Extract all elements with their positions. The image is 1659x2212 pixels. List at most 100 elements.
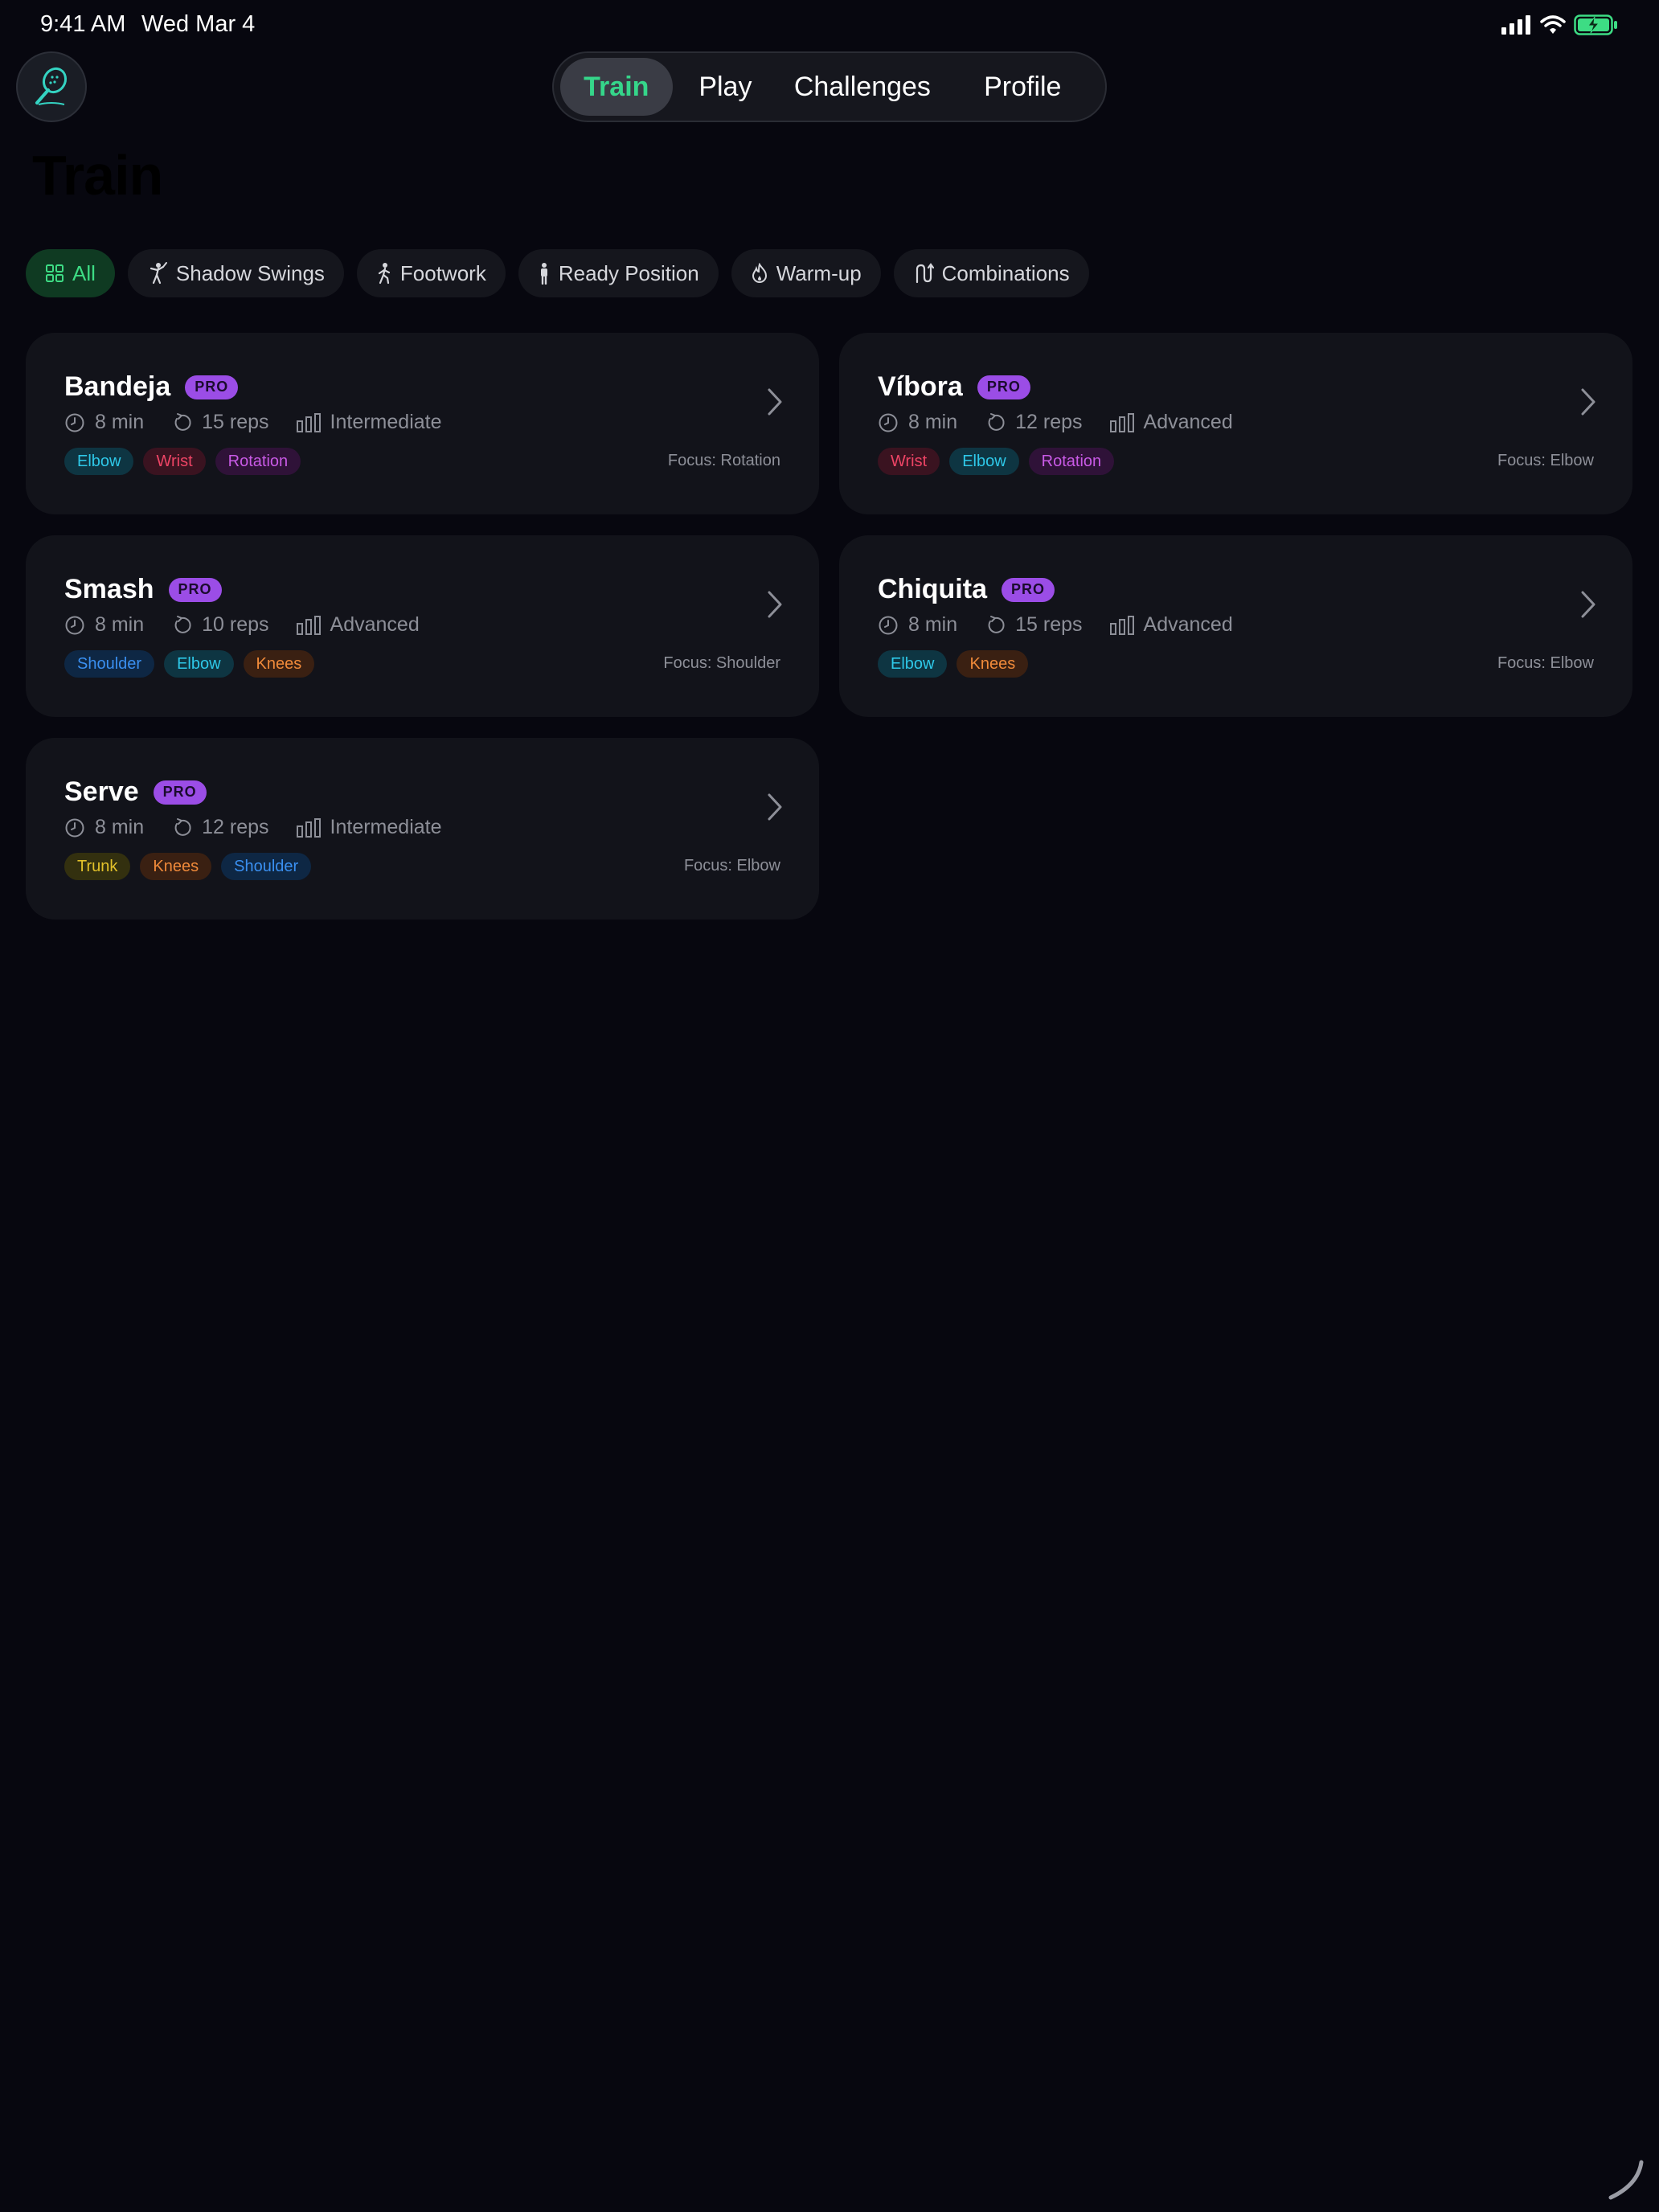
body-tags: Wrist Elbow Rotation xyxy=(878,448,1115,475)
clock-icon xyxy=(65,616,84,634)
page-title: Train xyxy=(32,144,163,207)
tag-elbow: Elbow xyxy=(949,448,1019,475)
tag-rotation: Rotation xyxy=(215,448,301,475)
tag-wrist: Wrist xyxy=(878,448,940,475)
filter-ready-position-label: Ready Position xyxy=(558,260,699,285)
drill-reps: 12 reps xyxy=(202,816,269,838)
pro-badge: PRO xyxy=(168,577,222,602)
drill-card-chiquita[interactable]: Chiquita PRO 8 min 15 reps Advanced Elbo… xyxy=(839,535,1632,717)
tag-knees: Knees xyxy=(956,650,1029,678)
drill-duration: 8 min xyxy=(95,411,145,433)
chevron-right-icon xyxy=(768,591,782,618)
tab-profile[interactable]: Profile xyxy=(947,58,1099,116)
body-tags: Elbow Knees xyxy=(878,650,1029,678)
tab-play[interactable]: Play xyxy=(673,58,779,116)
tag-knees: Knees xyxy=(140,853,212,880)
drill-duration: 8 min xyxy=(95,816,145,838)
tab-challenges[interactable]: Challenges xyxy=(778,58,946,116)
drill-meta: 8 min 15 reps Advanced xyxy=(878,613,1233,637)
filter-warm-up-label: Warm-up xyxy=(776,260,862,285)
drill-duration: 8 min xyxy=(95,613,145,636)
tag-elbow: Elbow xyxy=(64,448,134,475)
filter-warm-up[interactable]: Warm-up xyxy=(731,249,881,297)
body-tags: Shoulder Elbow Knees xyxy=(64,650,315,678)
tag-shoulder: Shoulder xyxy=(221,853,312,880)
battery-charging-icon xyxy=(1574,14,1617,35)
filter-shadow-swings-label: Shadow Swings xyxy=(175,260,325,285)
tag-elbow: Elbow xyxy=(878,650,948,678)
drill-focus: Focus: Rotation xyxy=(667,452,780,469)
drill-focus: Focus: Elbow xyxy=(1497,452,1594,469)
padel-racket-logo-icon xyxy=(35,67,68,105)
corner-resize-indicator-icon xyxy=(1608,2160,1644,2200)
difficulty-bars-icon xyxy=(1109,412,1134,432)
drill-card-serve[interactable]: Serve PRO 8 min 12 reps Intermediate Tru… xyxy=(26,738,819,920)
grid-icon xyxy=(46,264,63,282)
app-logo-button[interactable] xyxy=(16,51,87,122)
pro-badge: PRO xyxy=(185,375,239,399)
drill-level: Intermediate xyxy=(330,816,442,838)
swing-figure-icon xyxy=(150,262,167,285)
drill-card-vibora[interactable]: Víbora PRO 8 min 12 reps Advanced Wrist … xyxy=(839,333,1632,514)
drill-focus: Focus: Elbow xyxy=(683,857,780,875)
difficulty-bars-icon xyxy=(1109,615,1134,635)
standing-figure-icon xyxy=(540,263,547,285)
drill-focus: Focus: Shoulder xyxy=(663,654,780,672)
repeat-icon xyxy=(988,412,1005,431)
drill-reps: 15 reps xyxy=(1015,613,1083,636)
difficulty-bars-icon xyxy=(296,817,321,838)
body-tags: Trunk Knees Shoulder xyxy=(64,853,312,880)
clock-icon xyxy=(879,413,898,432)
tag-wrist: Wrist xyxy=(143,448,206,475)
filter-combinations-label: Combinations xyxy=(941,260,1070,285)
drill-card-smash[interactable]: Smash PRO 8 min 10 reps Advanced Shoulde… xyxy=(26,535,819,717)
filter-footwork-label: Footwork xyxy=(399,260,486,285)
clock-icon xyxy=(879,616,898,634)
difficulty-bars-icon xyxy=(296,412,321,432)
wifi-icon xyxy=(1540,15,1566,34)
pro-badge: PRO xyxy=(977,375,1030,399)
drill-reps: 15 reps xyxy=(202,411,269,433)
flame-icon xyxy=(752,263,767,283)
chevron-right-icon xyxy=(768,388,782,416)
drill-card-bandeja[interactable]: Bandeja PRO 8 min 15 reps Intermediate E… xyxy=(26,333,819,514)
tab-train[interactable]: Train xyxy=(560,58,673,116)
drill-focus: Focus: Elbow xyxy=(1497,654,1594,672)
drill-title: Bandeja xyxy=(64,371,171,402)
drill-meta: 8 min 15 reps Intermediate xyxy=(64,411,442,434)
route-icon xyxy=(916,263,934,284)
filter-all[interactable]: All xyxy=(26,249,115,297)
status-time: 9:41 AM xyxy=(40,11,126,37)
repeat-icon xyxy=(174,412,191,431)
pro-badge: PRO xyxy=(1001,577,1055,602)
drill-title: Smash xyxy=(64,574,154,604)
chevron-right-icon xyxy=(1581,591,1596,618)
clock-icon xyxy=(65,818,84,837)
walking-figure-icon xyxy=(378,263,391,285)
tag-trunk: Trunk xyxy=(64,853,131,880)
cellular-signal-icon xyxy=(1501,15,1530,35)
repeat-icon xyxy=(174,615,191,633)
filter-footwork[interactable]: Footwork xyxy=(356,249,506,297)
drill-level: Advanced xyxy=(330,613,420,636)
drill-title: Víbora xyxy=(878,371,963,402)
drill-meta: 8 min 12 reps Advanced xyxy=(878,411,1233,434)
tag-rotation: Rotation xyxy=(1028,448,1115,475)
top-nav: Train Play Challenges Profile xyxy=(552,51,1107,122)
status-bar: 9:41 AM Wed Mar 4 xyxy=(0,0,1659,51)
drill-meta: 8 min 12 reps Intermediate xyxy=(64,816,442,839)
filter-combinations[interactable]: Combinations xyxy=(893,249,1089,297)
tag-elbow: Elbow xyxy=(164,650,234,678)
filter-all-label: All xyxy=(72,260,96,285)
drill-duration: 8 min xyxy=(908,411,958,433)
tag-shoulder: Shoulder xyxy=(64,650,155,678)
drill-reps: 10 reps xyxy=(202,613,269,636)
drill-meta: 8 min 10 reps Advanced xyxy=(64,613,420,637)
filter-shadow-swings[interactable]: Shadow Swings xyxy=(127,249,344,297)
drill-title: Serve xyxy=(64,776,139,807)
filter-ready-position[interactable]: Ready Position xyxy=(518,249,719,297)
chevron-right-icon xyxy=(1581,388,1596,416)
drill-level: Advanced xyxy=(1143,411,1233,433)
difficulty-bars-icon xyxy=(296,615,321,635)
status-icons xyxy=(1501,14,1619,35)
